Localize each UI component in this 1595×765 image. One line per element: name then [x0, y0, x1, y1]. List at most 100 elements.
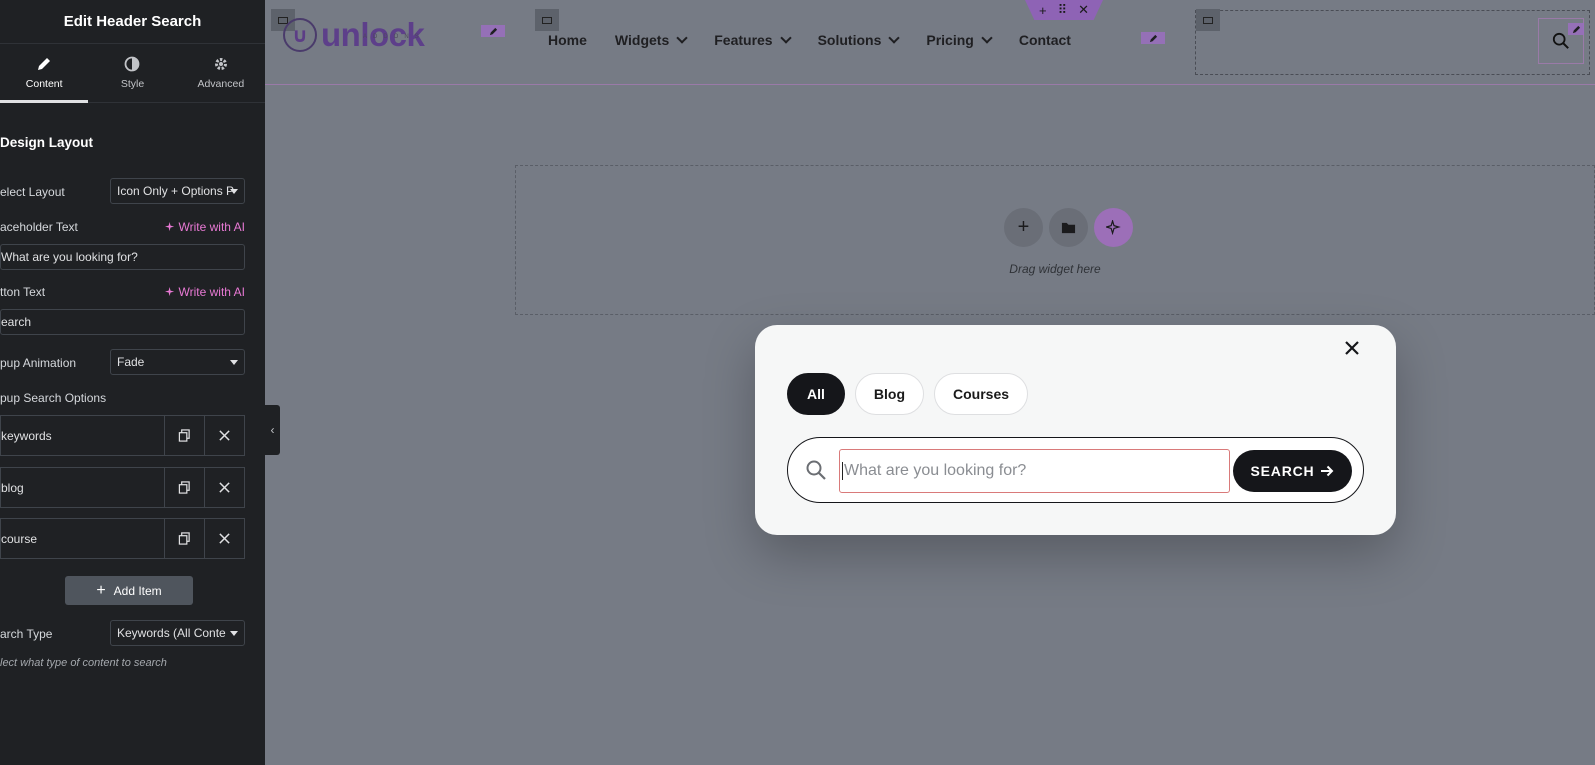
- editor-panel: Edit Header Search Content Style Advance…: [0, 0, 265, 765]
- search-bar: What are you looking for? SEARCH: [787, 437, 1364, 503]
- nav-item-home[interactable]: Home: [548, 32, 587, 48]
- add-item-label: Add Item: [113, 583, 162, 598]
- popup-animation-label: pup Animation: [0, 356, 77, 370]
- sparkle-icon: [164, 221, 174, 231]
- chevron-left-icon: ‹: [270, 423, 275, 437]
- chevron-down-icon: [981, 32, 993, 44]
- write-with-ai-link-2[interactable]: Write with AI: [164, 285, 245, 299]
- search-column[interactable]: [1195, 10, 1590, 75]
- caret-down-icon: [230, 631, 238, 636]
- site-header[interactable]: ∪ unlock ADDONS Home Widgets Features So…: [265, 0, 1595, 85]
- tab-style[interactable]: Style: [88, 44, 176, 102]
- filter-blog[interactable]: Blog: [854, 373, 924, 415]
- duplicate-button[interactable]: [164, 416, 204, 455]
- column-handle[interactable]: [1196, 9, 1220, 31]
- pencil-icon: [1149, 34, 1157, 42]
- caret-down-icon: [230, 360, 238, 365]
- edit-widget-button[interactable]: [481, 25, 505, 37]
- logo-subtext: ADDONS: [363, 34, 425, 40]
- select-layout-value: Icon Only + Options P: [117, 184, 235, 198]
- text-cursor: [842, 462, 843, 480]
- chevron-down-icon: [888, 32, 901, 44]
- column-icon: [1203, 16, 1213, 24]
- filter-all[interactable]: All: [787, 373, 845, 415]
- duplicate-button[interactable]: [164, 519, 204, 558]
- widget-drop-zone[interactable]: + Drag widget here: [515, 165, 1595, 315]
- edit-widget-button[interactable]: [1141, 32, 1165, 44]
- logo-mark-icon: ∪: [283, 18, 317, 52]
- popup-animation-value: Fade: [117, 355, 145, 369]
- remove-button[interactable]: [204, 416, 244, 455]
- button-text-label: tton Text: [0, 285, 46, 299]
- repeater-item[interactable]: keywords: [0, 415, 245, 456]
- plus-icon: +: [96, 581, 106, 599]
- column-handle[interactable]: [535, 9, 559, 31]
- nav-features-label: Features: [714, 32, 773, 48]
- popup-options-label: pup Search Options: [0, 391, 107, 405]
- copy-icon: [178, 429, 190, 442]
- panel-title: Edit Header Search: [0, 0, 265, 44]
- nav-item-solutions[interactable]: Solutions: [817, 32, 901, 48]
- write-with-ai-label: Write with AI: [178, 285, 245, 299]
- placeholder-text-input[interactable]: What are you looking for?: [0, 244, 245, 270]
- template-library-button[interactable]: [1049, 208, 1088, 247]
- nav-contact-label: Contact: [1018, 32, 1071, 48]
- panel-tabs: Content Style Advanced: [0, 44, 265, 103]
- tab-advanced-label: Advanced: [197, 78, 245, 90]
- collapse-panel-button[interactable]: ‹: [265, 405, 280, 455]
- plus-icon: +: [1017, 216, 1030, 238]
- caret-down-icon: [230, 189, 238, 194]
- search-placeholder: What are you looking for?: [844, 462, 1027, 479]
- folder-icon: [1061, 222, 1076, 234]
- add-widget-button[interactable]: +: [1004, 208, 1043, 247]
- repeater-item-label: keywords: [1, 428, 52, 443]
- ai-builder-button[interactable]: [1094, 208, 1133, 247]
- edit-widget-button[interactable]: [1568, 23, 1584, 35]
- pencil-icon: [1572, 25, 1580, 33]
- drop-zone-actions: +: [1004, 208, 1133, 247]
- remove-button[interactable]: [204, 519, 244, 558]
- main-nav: Home Widgets Features Solutions Pricing …: [548, 32, 1099, 48]
- select-layout-label: elect Layout: [0, 185, 65, 199]
- close-icon: [219, 430, 230, 441]
- tab-content[interactable]: Content: [0, 44, 89, 103]
- section-title[interactable]: Design Layout: [0, 135, 93, 150]
- select-layout-dropdown[interactable]: Icon Only + Options P: [110, 178, 245, 204]
- nav-home-label: Home: [548, 32, 587, 48]
- tab-content-label: Content: [25, 78, 63, 90]
- add-section-icon[interactable]: +: [1039, 3, 1047, 18]
- editor-canvas: ∪ unlock ADDONS Home Widgets Features So…: [265, 0, 1595, 765]
- write-with-ai-link[interactable]: Write with AI: [164, 220, 245, 234]
- add-item-button[interactable]: + Add Item: [65, 576, 193, 605]
- repeater-item[interactable]: course: [0, 518, 245, 559]
- remove-button[interactable]: [204, 468, 244, 507]
- search-button-label: SEARCH: [1250, 463, 1315, 479]
- sparkle-icon: [1106, 220, 1121, 235]
- section-toolbar: + ⠿ ✕: [1025, 0, 1103, 20]
- sparkle-icon: [164, 286, 174, 296]
- nav-item-pricing[interactable]: Pricing: [926, 32, 993, 48]
- chevron-down-icon: [779, 32, 792, 44]
- popup-animation-dropdown[interactable]: Fade: [110, 349, 245, 375]
- copy-icon: [178, 532, 190, 545]
- tab-style-label: Style: [120, 78, 145, 90]
- nav-item-features[interactable]: Features: [714, 32, 792, 48]
- duplicate-button[interactable]: [164, 468, 204, 507]
- nav-item-widgets[interactable]: Widgets: [614, 32, 688, 48]
- search-input[interactable]: What are you looking for?: [839, 449, 1230, 493]
- nav-pricing-label: Pricing: [926, 32, 974, 48]
- nav-item-contact[interactable]: Contact: [1019, 32, 1071, 48]
- search-submit-button[interactable]: SEARCH: [1233, 450, 1352, 492]
- tab-advanced[interactable]: Advanced: [177, 44, 265, 102]
- drag-handle-icon[interactable]: ⠿: [1058, 2, 1068, 18]
- search-type-dropdown[interactable]: Keywords (All Conte: [110, 620, 245, 646]
- close-icon[interactable]: ✕: [1078, 2, 1089, 18]
- nav-widgets-label: Widgets: [614, 32, 670, 48]
- filter-courses[interactable]: Courses: [934, 373, 1029, 415]
- button-text-input[interactable]: earch: [0, 309, 245, 335]
- arrow-right-icon: [1321, 465, 1334, 477]
- copy-icon: [178, 481, 190, 494]
- repeater-item[interactable]: blog: [0, 467, 245, 508]
- close-popup-button[interactable]: [1341, 337, 1363, 359]
- nav-solutions-label: Solutions: [817, 32, 882, 48]
